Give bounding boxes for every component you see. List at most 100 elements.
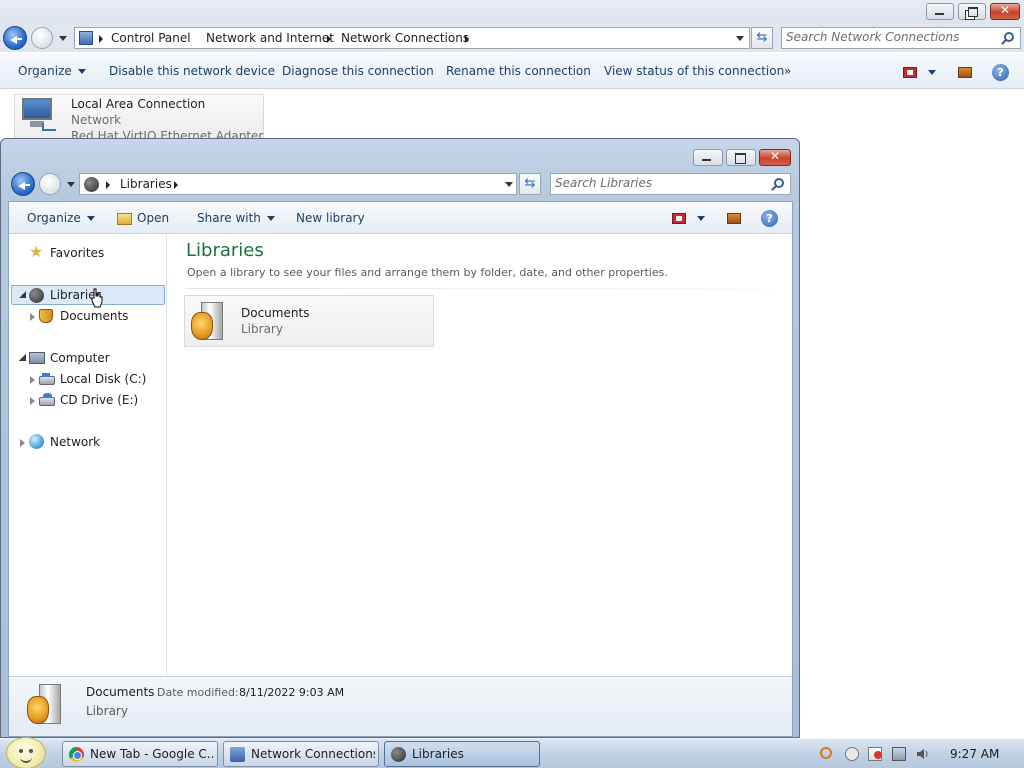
forward-arrow-icon[interactable] <box>31 27 53 49</box>
preview-pane-icon[interactable] <box>727 213 741 224</box>
search-box[interactable] <box>781 27 1021 49</box>
breadcrumb-separator[interactable] <box>174 181 178 189</box>
minimize-button[interactable] <box>926 3 954 20</box>
taskbar-item-chrome[interactable]: New Tab - Google C... <box>62 741 218 767</box>
network-connections-icon <box>230 747 245 762</box>
tile-type: Library <box>241 322 283 336</box>
breadcrumb-libraries[interactable]: Libraries <box>120 177 172 191</box>
change-view-icon[interactable] <box>903 67 917 78</box>
back-arrow-icon[interactable] <box>3 26 27 50</box>
content-pane: Libraries Open a library to see your fil… <box>168 234 792 676</box>
rename-button[interactable]: Rename this connection <box>446 64 591 78</box>
documents-library-icon <box>27 682 63 726</box>
maximize-button[interactable] <box>726 149 756 166</box>
breadcrumb-control-panel[interactable]: Control Panel <box>111 31 191 45</box>
collapse-arrow-icon[interactable] <box>30 313 35 321</box>
expand-arrow-icon[interactable] <box>19 354 26 361</box>
open-button[interactable]: Open <box>117 211 169 225</box>
new-library-button[interactable]: New library <box>296 211 365 225</box>
address-row: Control Panel Network and Internet Netwo… <box>0 24 1024 52</box>
nav-favorites[interactable]: Favorites <box>50 246 104 260</box>
search-input[interactable] <box>555 176 765 190</box>
expand-arrow-icon[interactable] <box>19 291 26 298</box>
network-tray-icon[interactable] <box>892 747 906 761</box>
action-center-icon[interactable] <box>868 747 882 761</box>
back-arrow-icon[interactable] <box>11 172 35 196</box>
taskbar-item-network-connections[interactable]: Network Connections <box>223 741 379 767</box>
help-icon[interactable]: ? <box>992 64 1009 81</box>
local-area-connection-item[interactable]: Local Area Connection Network Red Hat Vi… <box>14 94 264 143</box>
address-dropdown-icon[interactable] <box>505 182 513 187</box>
start-button[interactable] <box>6 737 46 768</box>
minimize-button[interactable] <box>693 149 723 166</box>
search-icon[interactable] <box>1004 32 1014 42</box>
view-dropdown-icon[interactable] <box>697 216 705 221</box>
taskbar-item-libraries[interactable]: Libraries <box>384 741 540 767</box>
address-bar[interactable]: Control Panel Network and Internet Netwo… <box>74 27 750 49</box>
open-label: Open <box>137 211 170 225</box>
hand-pointer-cursor-icon <box>91 288 103 308</box>
diagnose-button[interactable]: Diagnose this connection <box>282 64 434 78</box>
nav-computer[interactable]: Computer <box>50 351 110 365</box>
close-button[interactable]: ✕ <box>759 149 791 166</box>
chevron-down-icon <box>266 216 275 221</box>
documents-library-tile[interactable]: Documents Library <box>184 295 434 347</box>
connection-name: Local Area Connection <box>71 97 206 111</box>
organize-label: Organize <box>18 64 72 78</box>
preview-pane-icon[interactable] <box>958 67 972 78</box>
libraries-icon <box>29 288 44 303</box>
clock[interactable]: 9:27 AM <box>950 747 999 761</box>
taskbar-item-label: Libraries <box>412 747 464 761</box>
libraries-icon <box>84 177 99 192</box>
computer-icon <box>29 352 45 364</box>
refresh-icon[interactable]: ⇆ <box>519 173 541 195</box>
address-dropdown-icon[interactable] <box>736 36 744 41</box>
breadcrumb-separator[interactable] <box>106 181 110 189</box>
view-dropdown-icon[interactable] <box>928 70 936 75</box>
breadcrumb-separator[interactable] <box>99 35 103 43</box>
collapse-arrow-icon[interactable] <box>30 397 35 405</box>
breadcrumb-network-and-internet[interactable]: Network and Internet <box>206 31 334 45</box>
more-commands-button[interactable]: » <box>784 64 791 78</box>
search-box[interactable] <box>550 173 791 195</box>
documents-library-icon <box>39 309 53 323</box>
command-bar: Organize Disable this network device Dia… <box>0 53 1024 89</box>
navigation-pane: ★ Favorites Libraries Documents Computer… <box>9 234 167 676</box>
forward-arrow-icon[interactable] <box>39 173 61 195</box>
local-disk-icon <box>39 373 55 385</box>
network-icon <box>29 434 44 449</box>
organize-menu[interactable]: Organize <box>27 211 95 225</box>
minus-tray-icon[interactable] <box>845 747 859 761</box>
cd-drive-icon <box>39 393 55 406</box>
help-icon[interactable]: ? <box>761 210 778 227</box>
organize-menu[interactable]: Organize <box>18 64 86 78</box>
volume-icon[interactable] <box>916 747 930 761</box>
collapse-arrow-icon[interactable] <box>20 439 25 447</box>
address-bar[interactable]: Libraries <box>79 173 517 195</box>
recent-pages-dropdown[interactable] <box>67 182 75 187</box>
organize-label: Organize <box>27 211 81 225</box>
recent-pages-dropdown[interactable] <box>59 36 67 41</box>
refresh-icon[interactable]: ⇆ <box>751 27 773 49</box>
taskbar: New Tab - Google C... Network Connection… <box>0 737 1024 768</box>
view-status-button[interactable]: View status of this connection <box>604 64 784 78</box>
collapse-arrow-icon[interactable] <box>30 376 35 384</box>
details-type: Library <box>86 704 128 718</box>
command-bar: Organize Open Share with New library ? <box>9 202 792 234</box>
search-icon[interactable] <box>774 178 784 188</box>
chevron-down-icon <box>86 216 95 221</box>
nav-network[interactable]: Network <box>50 435 100 449</box>
breadcrumb-network-connections[interactable]: Network Connections <box>341 31 469 45</box>
nav-documents[interactable]: Documents <box>60 309 128 323</box>
close-button[interactable]: ✕ <box>990 3 1020 20</box>
disable-device-button[interactable]: Disable this network device <box>109 64 275 78</box>
search-tray-icon[interactable] <box>820 747 832 759</box>
search-input[interactable] <box>786 30 996 44</box>
nav-local-disk[interactable]: Local Disk (C:) <box>60 372 146 386</box>
nav-cd-drive[interactable]: CD Drive (E:) <box>60 393 138 407</box>
change-view-icon[interactable] <box>672 213 686 224</box>
documents-library-icon <box>191 300 225 342</box>
restore-button[interactable] <box>958 3 986 20</box>
share-with-menu[interactable]: Share with <box>197 211 275 225</box>
details-modified-label: Date modified: <box>157 686 239 699</box>
